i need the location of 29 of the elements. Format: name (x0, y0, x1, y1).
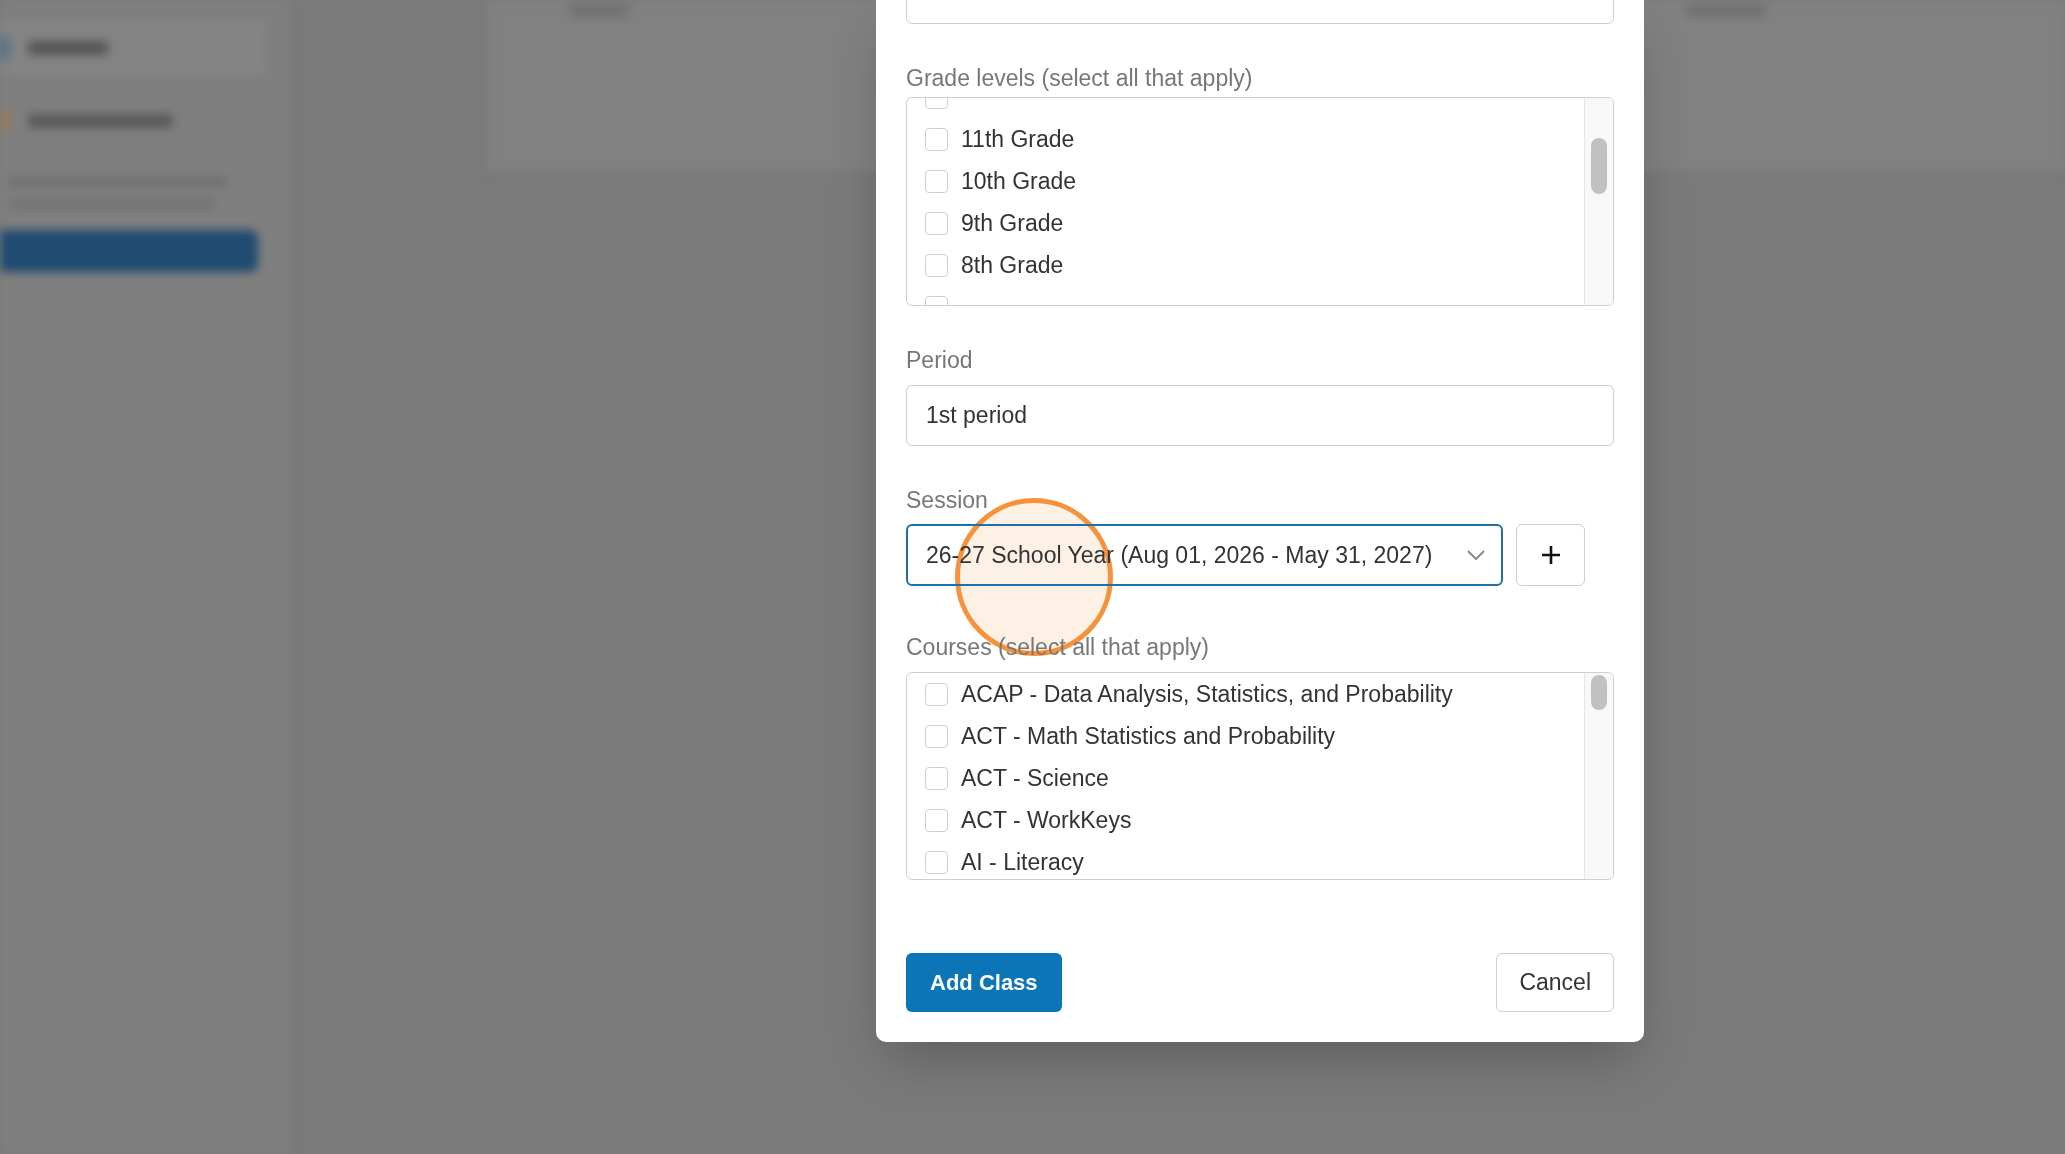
add-session-button[interactable] (1516, 524, 1585, 586)
grade-option[interactable]: 9th Grade (925, 208, 1064, 238)
checkbox[interactable] (925, 850, 948, 874)
checkbox[interactable] (925, 169, 948, 193)
checkbox[interactable] (925, 766, 948, 790)
checkbox[interactable] (925, 724, 948, 748)
plus-icon (1540, 545, 1561, 565)
checkbox[interactable] (925, 253, 948, 277)
course-option[interactable]: ACT - Science (925, 763, 1109, 793)
cancel-button[interactable]: Cancel (1496, 953, 1614, 1012)
course-option[interactable]: ACT - WorkKeys (925, 805, 1132, 835)
grade-option[interactable]: 8th Grade (925, 250, 1064, 280)
scrollbar-thumb[interactable] (1591, 675, 1607, 710)
grade-option[interactable]: 10th Grade (925, 166, 1077, 196)
field-label: Period (906, 346, 973, 375)
checkbox[interactable] (925, 808, 948, 832)
checkbox[interactable] (925, 127, 948, 151)
course-option[interactable]: ACT - Math Statistics and Probability (925, 721, 1336, 751)
field-label: Grade levels (select all that apply) (906, 64, 1253, 93)
course-option[interactable]: AI - Literacy (925, 847, 1084, 877)
grade-option[interactable]: 11th Grade (925, 124, 1075, 154)
add-class-button[interactable]: Add Class (906, 953, 1062, 1012)
period-input[interactable]: 1st period (906, 385, 1614, 446)
course-option[interactable]: ACAP - Data Analysis, Statistics, and Probability (925, 679, 1453, 709)
checkbox[interactable] (925, 211, 948, 235)
scrollbar-thumb[interactable] (1591, 138, 1607, 194)
checkbox[interactable] (925, 682, 948, 706)
chevron-down-icon (1467, 550, 1485, 560)
field-label: Session (906, 486, 988, 515)
